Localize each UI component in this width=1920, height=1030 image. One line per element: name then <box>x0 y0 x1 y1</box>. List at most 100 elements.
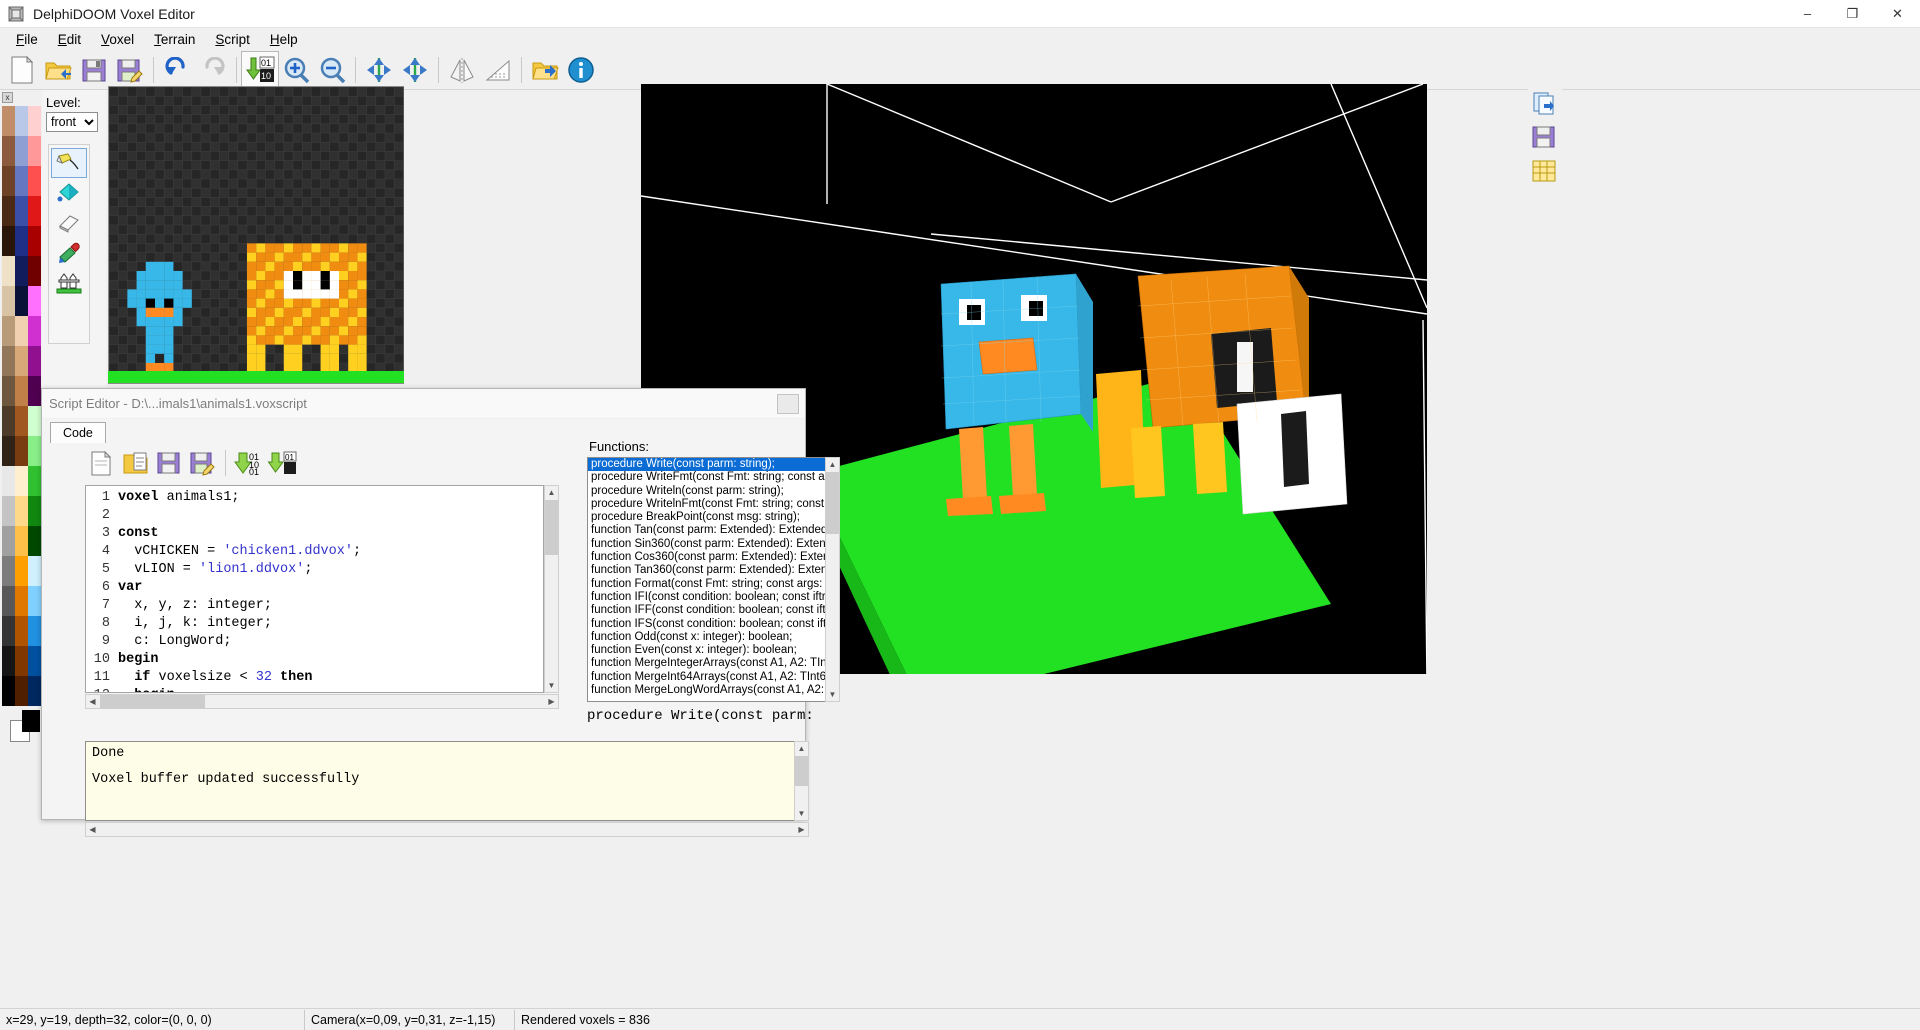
voxel-cell[interactable] <box>283 142 293 152</box>
voxel-cell[interactable] <box>118 317 128 327</box>
voxel-cell[interactable] <box>219 169 229 179</box>
voxel-cell[interactable] <box>311 317 321 327</box>
voxel-cell[interactable] <box>145 335 155 345</box>
voxel-cell[interactable] <box>283 353 293 363</box>
voxel-cell[interactable] <box>173 252 183 262</box>
voxel-cell[interactable] <box>274 280 284 290</box>
voxel-cell[interactable] <box>320 206 330 216</box>
voxel-cell[interactable] <box>283 133 293 143</box>
voxel-cell[interactable] <box>357 344 367 354</box>
voxel-cell[interactable] <box>136 215 146 225</box>
voxel-cell[interactable] <box>339 215 349 225</box>
voxel-cell[interactable] <box>191 87 201 97</box>
palette-swatch[interactable] <box>2 316 15 346</box>
voxel-cell[interactable] <box>210 271 220 281</box>
voxel-cell[interactable] <box>274 160 284 170</box>
palette-swatch[interactable] <box>15 256 28 286</box>
code-line[interactable]: 8 i, j, k: integer; <box>86 616 543 634</box>
code-line[interactable]: 7 x, y, z: integer; <box>86 598 543 616</box>
palette-swatch[interactable] <box>28 196 41 226</box>
voxel-cell[interactable] <box>375 142 385 152</box>
function-list-item[interactable]: function IFF(const condition: boolean; c… <box>588 604 838 617</box>
voxel-cell[interactable] <box>256 105 266 115</box>
voxel-cell[interactable] <box>173 353 183 363</box>
voxel-cell[interactable] <box>219 142 229 152</box>
voxel-cell[interactable] <box>136 307 146 317</box>
function-list-item[interactable]: function Format(const Fmt: string; const… <box>588 578 838 591</box>
code-line[interactable]: 1 voxel animals1; <box>86 490 543 508</box>
voxel-cell[interactable] <box>311 261 321 271</box>
voxel-cell[interactable] <box>127 197 137 207</box>
voxel-cell[interactable] <box>274 151 284 161</box>
voxel-cell[interactable] <box>366 87 376 97</box>
voxel-cell[interactable] <box>228 317 238 327</box>
voxel-cell[interactable] <box>311 225 321 235</box>
voxel-cell[interactable] <box>265 105 275 115</box>
voxel-cell[interactable] <box>256 188 266 198</box>
function-list-item[interactable]: procedure WritelnFmt(const Fmt: string; … <box>588 498 838 511</box>
voxel-cell[interactable] <box>283 261 293 271</box>
voxel-cell[interactable] <box>293 326 303 336</box>
voxel-cell[interactable] <box>265 289 275 299</box>
palette-swatch[interactable] <box>28 316 41 346</box>
voxel-cell[interactable] <box>219 326 229 336</box>
voxel-cell[interactable] <box>348 271 358 281</box>
voxel-cell[interactable] <box>210 225 220 235</box>
voxel-cell[interactable] <box>118 114 128 124</box>
voxel-cell[interactable] <box>366 326 376 336</box>
voxel-cell[interactable] <box>329 234 339 244</box>
voxel-cell[interactable] <box>283 225 293 235</box>
voxel-cell[interactable] <box>265 151 275 161</box>
voxel-cell[interactable] <box>228 243 238 253</box>
voxel-cell[interactable] <box>375 114 385 124</box>
voxel-cell[interactable] <box>265 160 275 170</box>
palette-swatch[interactable] <box>15 496 28 526</box>
voxel-cell[interactable] <box>109 215 119 225</box>
voxel-cell[interactable] <box>357 326 367 336</box>
voxel-cell[interactable] <box>247 197 257 207</box>
voxel-cell[interactable] <box>256 317 266 327</box>
voxel-cell[interactable] <box>228 280 238 290</box>
palette-swatch[interactable] <box>2 256 15 286</box>
voxel-cell[interactable] <box>109 234 119 244</box>
voxel-cell[interactable] <box>256 206 266 216</box>
voxel-cell[interactable] <box>256 335 266 345</box>
voxel-cell[interactable] <box>228 133 238 143</box>
voxel-cell[interactable] <box>256 298 266 308</box>
voxel-cell[interactable] <box>385 261 395 271</box>
voxel-cell[interactable] <box>191 151 201 161</box>
voxel-cell[interactable] <box>173 142 183 152</box>
script-editor-window[interactable]: Script Editor - D:\...imals1\animals1.vo… <box>41 388 840 837</box>
palette-swatch[interactable] <box>2 496 15 526</box>
voxel-cell[interactable] <box>311 179 321 189</box>
voxel-cell[interactable] <box>265 96 275 106</box>
voxel-cell[interactable] <box>320 307 330 317</box>
voxel-cell[interactable] <box>375 234 385 244</box>
voxel-cell[interactable] <box>191 142 201 152</box>
palette-swatch[interactable] <box>2 346 15 376</box>
voxel-cell[interactable] <box>155 234 165 244</box>
secondary-color-swatch[interactable] <box>22 710 40 732</box>
voxel-cell[interactable] <box>127 179 137 189</box>
voxel-cell[interactable] <box>127 188 137 198</box>
voxel-cell[interactable] <box>237 298 247 308</box>
voxel-cell[interactable] <box>293 271 303 281</box>
voxel-cell[interactable] <box>219 344 229 354</box>
voxel-cell[interactable] <box>145 206 155 216</box>
voxel-cell[interactable] <box>329 105 339 115</box>
palette-swatch[interactable] <box>28 256 41 286</box>
voxel-cell[interactable] <box>394 197 404 207</box>
voxel-cell[interactable] <box>302 87 312 97</box>
voxel-cell[interactable] <box>247 133 257 143</box>
voxel-cell[interactable] <box>320 289 330 299</box>
voxel-cell[interactable] <box>164 225 174 235</box>
voxel-cell[interactable] <box>164 87 174 97</box>
voxel-cell[interactable] <box>164 160 174 170</box>
voxel-cell[interactable] <box>155 243 165 253</box>
function-list-item[interactable]: function Even(const x: integer): boolean… <box>588 644 838 657</box>
voxel-cell[interactable] <box>256 169 266 179</box>
voxel-cell[interactable] <box>210 317 220 327</box>
voxel-cell[interactable] <box>155 151 165 161</box>
voxel-cell[interactable] <box>274 252 284 262</box>
voxel-cell[interactable] <box>302 344 312 354</box>
